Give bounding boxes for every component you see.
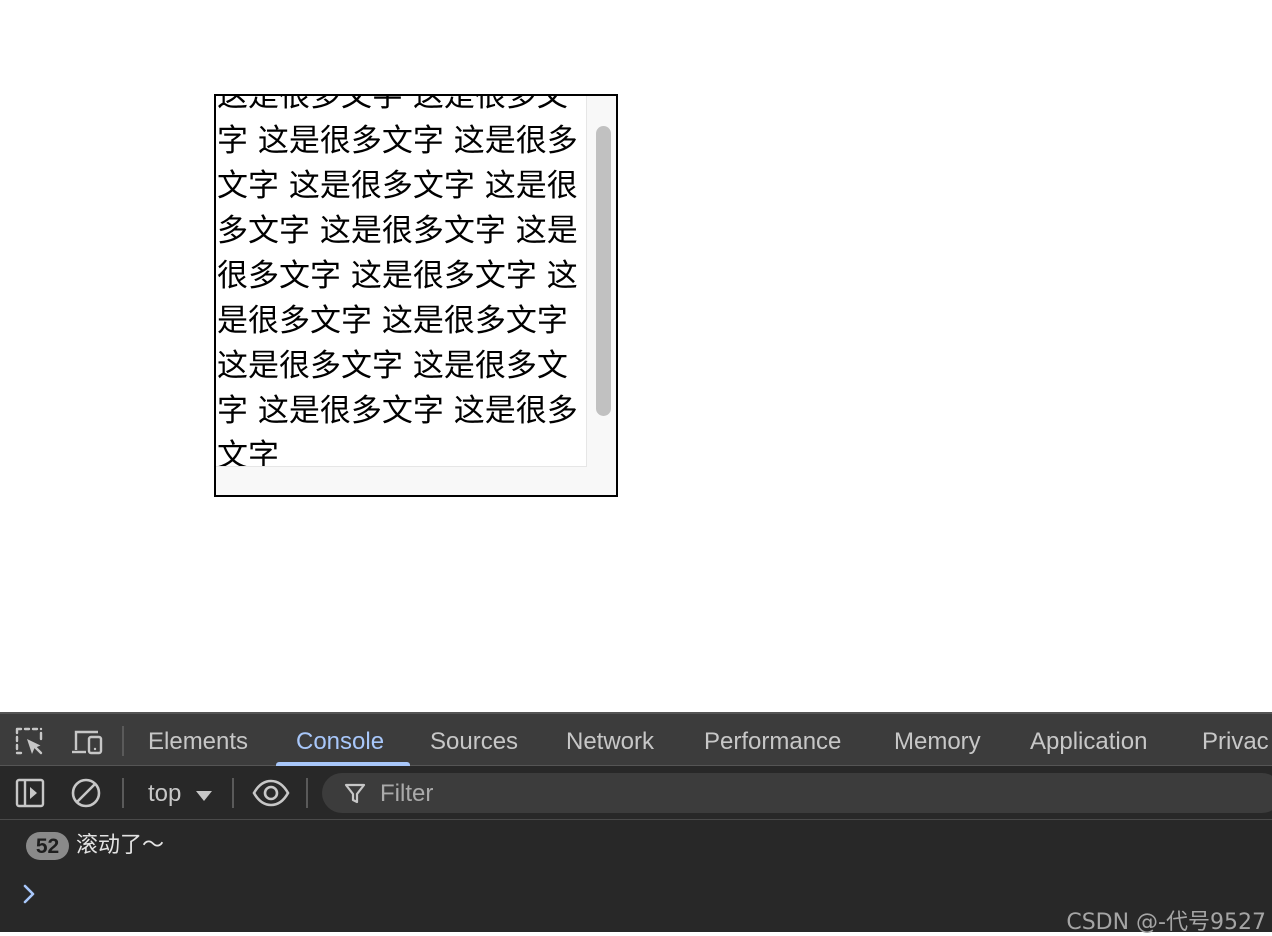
scrollable-container[interactable]: 这是很多文字 这是很多文字 这是很多文字 这是很多文字 这是很多文字 这是很多文… — [214, 94, 618, 497]
sidebar-toggle-icon[interactable] — [14, 777, 46, 809]
device-toolbar-icon[interactable] — [70, 726, 103, 758]
tabbar-separator — [122, 726, 124, 756]
tab-application[interactable]: Application — [1030, 714, 1147, 766]
live-expression-eye-icon[interactable] — [252, 777, 290, 809]
console-prompt-chevron-icon[interactable] — [20, 880, 40, 908]
console-toolbar: top Filter — [0, 766, 1272, 820]
chevron-down-icon[interactable] — [196, 791, 212, 801]
filter-placeholder: Filter — [380, 780, 434, 807]
filter-input[interactable]: Filter — [322, 773, 1272, 813]
vertical-scrollbar[interactable] — [588, 96, 616, 466]
tab-sources[interactable]: Sources — [430, 714, 518, 766]
tab-memory[interactable]: Memory — [894, 714, 981, 766]
vertical-scrollbar-thumb[interactable] — [596, 126, 611, 416]
context-selector[interactable]: top — [148, 766, 181, 820]
tab-privacy[interactable]: Privac — [1202, 714, 1272, 766]
toolbar-separator — [306, 778, 308, 808]
toolbar-separator — [122, 778, 124, 808]
scroll-text: 这是很多文字 这是很多文字 这是很多文字 这是很多文字 这是很多文字 这是很多文… — [217, 96, 578, 467]
scroll-content-area: 这是很多文字 这是很多文字 这是很多文字 这是很多文字 这是很多文字 这是很多文… — [216, 96, 587, 467]
tab-elements[interactable]: Elements — [148, 714, 248, 766]
clear-console-icon[interactable] — [70, 777, 102, 809]
devtools-tabbar: Elements Console Sources Network Perform… — [0, 712, 1272, 767]
inspect-element-icon[interactable] — [14, 726, 46, 758]
devtools-panel: Elements Console Sources Network Perform… — [0, 712, 1272, 935]
log-repeat-count-badge: 52 — [26, 832, 69, 860]
web-page: 这是很多文字 这是很多文字 这是很多文字 这是很多文字 这是很多文字 这是很多文… — [0, 0, 1272, 712]
tab-performance[interactable]: Performance — [704, 714, 841, 766]
log-message: 滚动了～ — [76, 833, 165, 858]
watermark: CSDN @-代号9527 — [1066, 910, 1266, 935]
tab-network[interactable]: Network — [566, 714, 654, 766]
toolbar-separator — [232, 778, 234, 808]
tab-console[interactable]: Console — [296, 714, 384, 766]
console-output: 52 滚动了～ CSDN @-代号9527 — [0, 820, 1272, 935]
filter-icon — [344, 783, 366, 804]
